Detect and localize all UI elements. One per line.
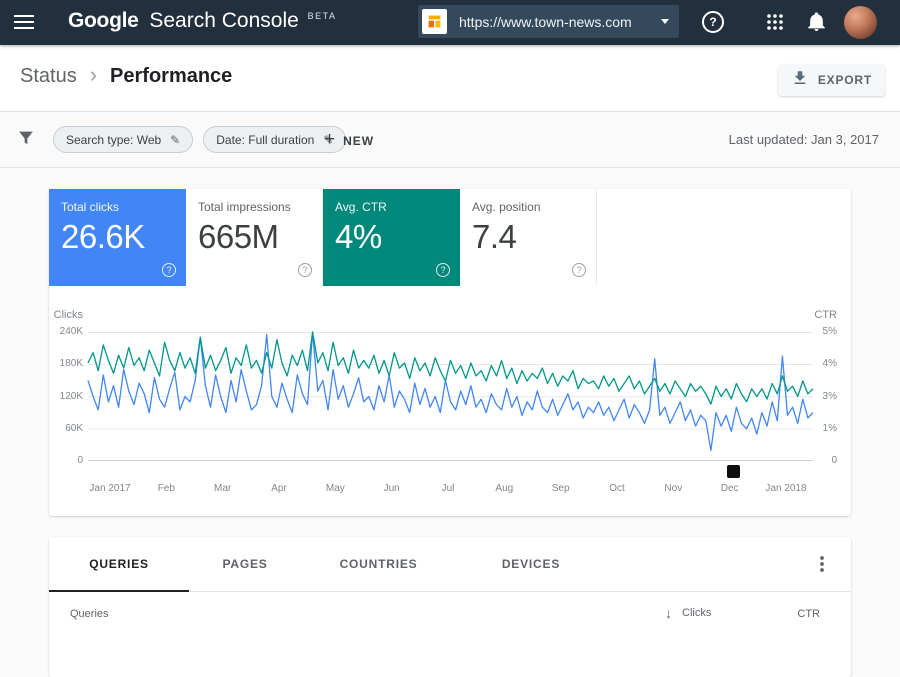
dimension-tabs: QUERIES PAGES COUNTRIES DEVICES xyxy=(49,537,851,592)
tab-devices[interactable]: DEVICES xyxy=(456,537,606,591)
add-icon: + xyxy=(324,129,336,150)
beta-badge: BETA xyxy=(307,11,337,21)
filter-chip-search-type[interactable]: Search type: Web ✎ xyxy=(53,126,194,153)
help-circle-icon[interactable]: ? xyxy=(298,263,312,277)
filter-chips: Search type: Web ✎ Date: Full duration ✎ xyxy=(53,126,347,153)
logo-product: Search Console xyxy=(149,9,299,32)
help-circle-icon[interactable]: ? xyxy=(162,263,176,277)
metric-label: Total impressions xyxy=(198,200,291,214)
metric-value: 665M xyxy=(198,218,279,255)
property-url: https://www.town-news.com xyxy=(459,13,632,30)
chip-label: Date: Full duration xyxy=(216,132,315,147)
column-clicks[interactable]: ↓ Clicks xyxy=(665,605,711,621)
help-button[interactable]: ? xyxy=(702,11,724,33)
column-clicks-label: Clicks xyxy=(682,607,712,619)
new-filter-label: NEW xyxy=(343,133,375,148)
metric-value: 7.4 xyxy=(472,218,517,255)
sort-down-icon: ↓ xyxy=(665,605,672,621)
left-axis-tick: 0 xyxy=(77,455,83,466)
help-glyph: ? xyxy=(440,265,446,275)
metric-tile-avg-ctr[interactable]: Avg. CTR 4% ? xyxy=(323,189,460,286)
help-glyph: ? xyxy=(166,265,172,275)
x-axis-tick: Jan 2018 xyxy=(765,483,807,494)
metric-tile-total-clicks[interactable]: Total clicks 26.6K ? xyxy=(49,189,186,286)
left-axis-tick: 120K xyxy=(59,390,83,402)
filter-funnel-icon[interactable] xyxy=(15,127,37,149)
metric-tile-total-impressions[interactable]: Total impressions 665M ? xyxy=(186,189,323,286)
breadcrumb-chevron-icon: › xyxy=(89,61,98,87)
dropdown-caret-icon xyxy=(661,19,669,24)
metric-label: Avg. position xyxy=(472,200,541,214)
page-title: Performance xyxy=(110,65,233,87)
column-queries: Queries xyxy=(70,608,109,620)
x-axis-ticks: Jan 2017 Feb Mar Apr May Jun Jul Aug Sep Oct Nov De… xyxy=(88,483,813,497)
metric-value: 26.6K xyxy=(61,218,145,255)
left-axis-tick: 60K xyxy=(65,422,83,434)
property-icon xyxy=(422,9,447,34)
table-header-row: Queries ↓ Clicks CTR xyxy=(49,592,851,641)
notifications-bell-icon[interactable] xyxy=(807,12,826,32)
metric-tiles: Total clicks 26.6K ? Total impressions 6… xyxy=(49,189,597,286)
metric-value: 4% xyxy=(335,218,382,255)
export-button[interactable]: EXPORT xyxy=(777,64,885,96)
column-ctr[interactable]: CTR xyxy=(797,608,820,620)
app-logo[interactable]: Google Search Console BETA xyxy=(68,9,336,33)
tab-pages[interactable]: PAGES xyxy=(189,537,301,591)
metric-tile-avg-position[interactable]: Avg. position 7.4 ? xyxy=(460,189,597,286)
chart-marker[interactable] xyxy=(727,465,740,478)
edit-pencil-icon[interactable]: ✎ xyxy=(170,133,180,147)
left-axis-title: Clicks xyxy=(53,309,83,321)
breadcrumb-status-link[interactable]: Status xyxy=(20,65,77,88)
breadcrumb: Status › Performance xyxy=(20,61,233,88)
right-axis-title: CTR xyxy=(814,309,837,321)
tab-countries[interactable]: COUNTRIES xyxy=(301,537,456,591)
more-vertical-icon[interactable] xyxy=(813,554,831,574)
left-axis-tick: 240K xyxy=(59,326,83,337)
search-console-performance-screen: Google Search Console BETA https://www.t… xyxy=(0,0,900,677)
left-axis-ticks: 240K 180K 120K 60K 0 xyxy=(49,326,83,466)
property-selector[interactable]: https://www.town-news.com xyxy=(418,5,679,38)
menu-icon[interactable] xyxy=(14,15,34,30)
chip-label: Search type: Web xyxy=(66,132,162,147)
apps-grid-icon[interactable] xyxy=(766,13,784,31)
export-download-icon xyxy=(791,69,809,92)
help-glyph: ? xyxy=(709,15,717,29)
help-glyph: ? xyxy=(302,265,308,275)
top-app-bar: Google Search Console BETA https://www.t… xyxy=(0,0,900,45)
logo-brand: Google xyxy=(68,9,139,32)
help-circle-icon[interactable]: ? xyxy=(572,263,586,277)
dimensions-card: QUERIES PAGES COUNTRIES DEVICES Queries … xyxy=(49,537,851,677)
performance-chart-card: Total clicks 26.6K ? Total impressions 6… xyxy=(49,189,851,516)
avatar[interactable] xyxy=(844,6,877,39)
export-label: EXPORT xyxy=(817,73,872,87)
metric-label: Avg. CTR xyxy=(335,200,387,214)
filter-bar: Search type: Web ✎ Date: Full duration ✎… xyxy=(0,112,900,168)
last-updated-text: Last updated: Jan 3, 2017 xyxy=(728,132,879,147)
new-filter-button[interactable]: + NEW xyxy=(318,127,380,154)
metric-label: Total clicks xyxy=(61,200,120,214)
page-header: Status › Performance EXPORT xyxy=(0,45,900,112)
left-axis-tick: 180K xyxy=(59,358,83,370)
help-circle-icon[interactable]: ? xyxy=(436,263,450,277)
tab-queries[interactable]: QUERIES xyxy=(49,537,189,592)
performance-line-chart[interactable] xyxy=(87,331,814,461)
help-glyph: ? xyxy=(576,265,582,275)
